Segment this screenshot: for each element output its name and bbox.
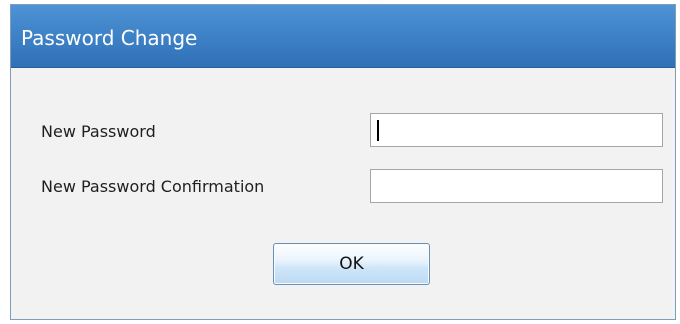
dialog-title: Password Change (21, 26, 198, 50)
confirm-password-field[interactable] (370, 169, 663, 203)
new-password-field[interactable] (370, 113, 663, 147)
dialog-body: New Password New Password Confirmation O… (11, 68, 675, 319)
dialog-title-bar[interactable]: Password Change (11, 5, 675, 68)
new-password-label: New Password (41, 122, 156, 141)
password-change-dialog: Password Change New Password New Passwor… (10, 4, 676, 320)
text-cursor (377, 120, 379, 141)
ok-button[interactable]: OK (273, 243, 430, 285)
confirm-password-label: New Password Confirmation (41, 177, 265, 196)
